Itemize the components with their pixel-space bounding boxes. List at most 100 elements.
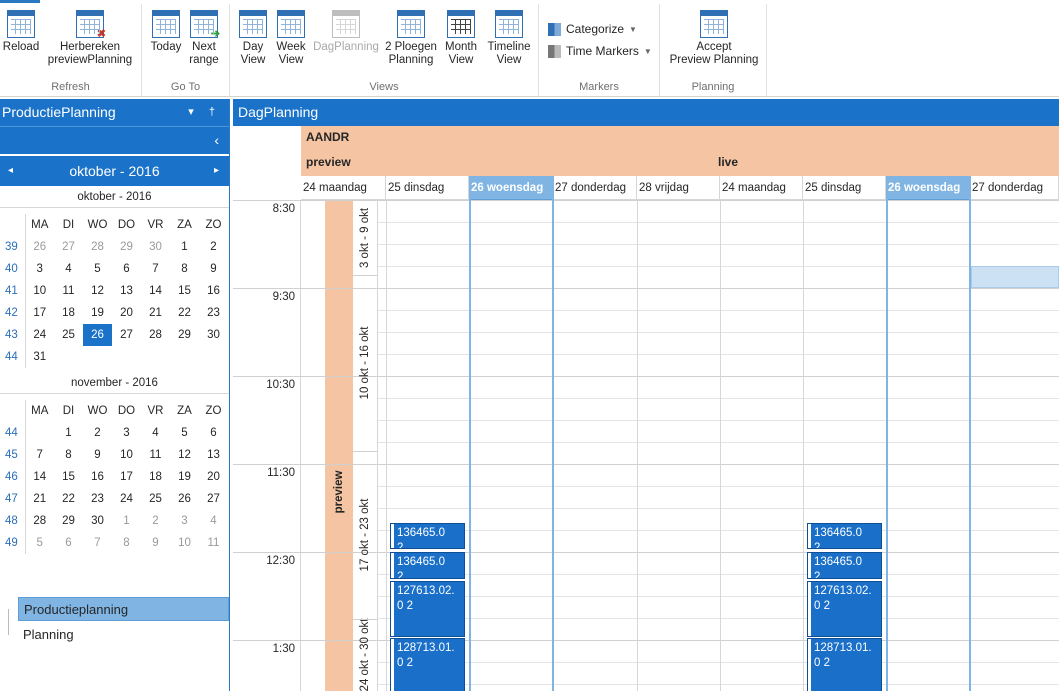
calendar-day[interactable]: 2 <box>199 236 228 258</box>
calendar-day[interactable]: 16 <box>83 466 112 488</box>
calendar-day[interactable]: 10 <box>112 444 141 466</box>
tree-item-planning[interactable]: Planning <box>18 623 229 647</box>
calendar-day[interactable]: 19 <box>170 466 199 488</box>
calendar-day[interactable]: 1 <box>54 422 83 444</box>
calendar-day[interactable]: 16 <box>199 280 228 302</box>
calendar-day[interactable]: 11 <box>141 444 170 466</box>
week-number[interactable]: 46 <box>0 466 26 488</box>
calendar-day[interactable]: 20 <box>112 302 141 324</box>
week-number[interactable]: 49 <box>0 532 26 554</box>
calendar-day[interactable]: 19 <box>83 302 112 324</box>
calendar-day[interactable]: 14 <box>25 466 54 488</box>
calendar-day[interactable]: 21 <box>141 302 170 324</box>
calendar-day[interactable]: 24 <box>112 488 141 510</box>
appointment[interactable]: 136465.02... <box>807 552 882 579</box>
calendar-day[interactable]: 21 <box>25 488 54 510</box>
accept-preview-planning-button[interactable]: Accept Preview Planning <box>664 10 764 67</box>
week-number[interactable]: 44 <box>0 346 26 368</box>
pane-pin-controls[interactable]: ▾ † <box>188 99 221 126</box>
calendar-day[interactable]: 10 <box>170 532 199 554</box>
calendar-day[interactable]: 6 <box>199 422 228 444</box>
calendar-day[interactable]: 30 <box>141 236 170 258</box>
appointment[interactable]: 128713.01.0 2 <box>390 638 465 691</box>
calendar-day[interactable]: 28 <box>83 236 112 258</box>
calendar-day[interactable]: 28 <box>25 510 54 532</box>
calendar-day[interactable]: 17 <box>25 302 54 324</box>
calendar-day[interactable]: 3 <box>170 510 199 532</box>
tree-item-productieplanning[interactable]: Productieplanning <box>18 597 229 621</box>
calendar-day[interactable]: 30 <box>83 510 112 532</box>
week-number[interactable]: 42 <box>0 302 26 324</box>
calendar-day[interactable]: 22 <box>170 302 199 324</box>
calendar-day[interactable]: 7 <box>141 258 170 280</box>
calendar-day[interactable]: 8 <box>112 532 141 554</box>
week-number[interactable]: 43 <box>0 324 26 346</box>
appointment[interactable]: 136465.02... <box>390 523 465 549</box>
calendar-day[interactable]: 8 <box>170 258 199 280</box>
appointment[interactable]: 127613.02.0 2 <box>807 581 882 637</box>
calendar-day[interactable]: 20 <box>199 466 228 488</box>
calendar-day[interactable]: 23 <box>199 302 228 324</box>
time-markers-dropdown[interactable]: Time Markers ▼ <box>548 44 652 58</box>
day-column-header[interactable]: 25 dinsdag <box>386 176 469 200</box>
calendar-day[interactable]: 1 <box>112 510 141 532</box>
calendar-day[interactable]: 1 <box>170 236 199 258</box>
calendar-day[interactable]: 5 <box>83 258 112 280</box>
week-number[interactable]: 40 <box>0 258 26 280</box>
timeline-view-button[interactable]: Timeline View <box>484 10 534 67</box>
calendar-day[interactable]: 23 <box>83 488 112 510</box>
calendar-day[interactable]: 3 <box>25 258 54 280</box>
calendar-day[interactable]: 17 <box>112 466 141 488</box>
calendar-day[interactable]: 9 <box>141 532 170 554</box>
reload-button[interactable]: Reload <box>2 10 40 54</box>
day-column-header[interactable]: 25 dinsdag <box>803 176 886 200</box>
week-number[interactable]: 45 <box>0 444 26 466</box>
month-view-button[interactable]: Month View <box>442 10 480 67</box>
calendar-day[interactable]: 18 <box>141 466 170 488</box>
appointment[interactable]: 128713.01.0 2 <box>807 638 882 691</box>
calendar-day[interactable]: 27 <box>199 488 228 510</box>
calendar-day[interactable]: 28 <box>141 324 170 346</box>
week-number[interactable]: 41 <box>0 280 26 302</box>
week-number[interactable]: 48 <box>0 510 26 532</box>
two-shifts-planning-button[interactable]: 2 Ploegen Planning <box>383 10 439 67</box>
week-number[interactable]: 47 <box>0 488 26 510</box>
calendar-day[interactable]: 8 <box>54 444 83 466</box>
calendar-day[interactable]: 12 <box>83 280 112 302</box>
recalculate-preview-button[interactable]: ✖ Herbereken previewPlanning <box>44 10 136 67</box>
calendar-day[interactable]: 3 <box>112 422 141 444</box>
calendar-day[interactable]: 2 <box>141 510 170 532</box>
appointment[interactable]: 136465.02... <box>390 552 465 579</box>
calendar-day[interactable]: 5 <box>170 422 199 444</box>
calendar-day[interactable]: 14 <box>141 280 170 302</box>
calendar-day[interactable]: 31 <box>25 346 54 368</box>
calendar-day[interactable]: 26 <box>83 324 112 346</box>
calendar-day[interactable]: 11 <box>199 532 228 554</box>
appointment[interactable]: 136465.02... <box>807 523 882 549</box>
week-number[interactable]: 44 <box>0 422 26 444</box>
calendar-day[interactable]: 2 <box>83 422 112 444</box>
calendar-day[interactable]: 11 <box>54 280 83 302</box>
appointment[interactable]: 127613.02.0 2 <box>390 581 465 637</box>
calendar-day[interactable]: 9 <box>83 444 112 466</box>
calendar-day[interactable]: 27 <box>112 324 141 346</box>
calendar-day[interactable]: 4 <box>199 510 228 532</box>
calendar-day[interactable]: 22 <box>54 488 83 510</box>
calendar-day[interactable]: 7 <box>83 532 112 554</box>
calendar-day[interactable]: 29 <box>112 236 141 258</box>
calendar-day[interactable]: 24 <box>25 324 54 346</box>
calendar-day[interactable]: 9 <box>199 258 228 280</box>
calendar-day[interactable]: 15 <box>170 280 199 302</box>
calendar-day[interactable]: 6 <box>54 532 83 554</box>
calendar-day[interactable]: 25 <box>54 324 83 346</box>
calendar-day[interactable]: 15 <box>54 466 83 488</box>
calendar-day[interactable]: 27 <box>54 236 83 258</box>
prev-month-icon[interactable]: ◂ <box>8 156 13 186</box>
calendar-day[interactable]: 7 <box>25 444 54 466</box>
calendar-day[interactable]: 26 <box>170 488 199 510</box>
selected-time-cell[interactable] <box>971 266 1059 288</box>
dagplanning-view-button[interactable]: DagPlanning <box>312 10 380 54</box>
collapse-pane-icon[interactable]: ‹ <box>214 132 219 148</box>
calendar-day[interactable]: 4 <box>141 422 170 444</box>
calendar-day[interactable]: 29 <box>170 324 199 346</box>
